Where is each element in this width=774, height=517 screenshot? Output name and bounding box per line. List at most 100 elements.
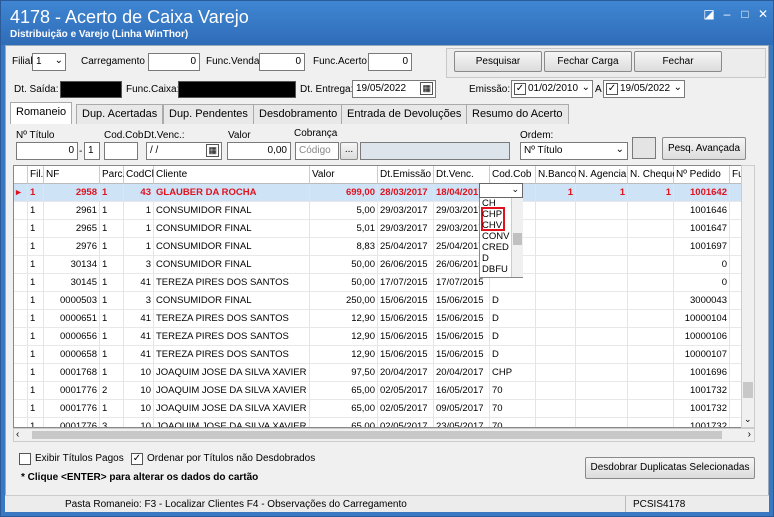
table-row[interactable]: 1 0001768 1 10 JOAQUIM JOSE DA SILVA XAVIER … <box>14 364 742 382</box>
func-venda-input[interactable]: 0 <box>259 53 305 71</box>
cobranca-code-input[interactable]: Código <box>295 142 339 160</box>
table-row[interactable]: 1 2961 1 1 CONSUMIDOR FINAL 5,00 29/03/2017 29/… <box>14 202 742 220</box>
n-titulo-suffix-input[interactable]: 1 <box>84 142 100 160</box>
table-cell: 12,90 <box>310 310 378 328</box>
dropdown-option[interactable]: CH <box>482 198 496 209</box>
table-cell: 1 <box>100 364 124 382</box>
column-header[interactable]: Parc. <box>100 166 125 184</box>
table-row[interactable]: 1 30145 1 41 TEREZA PIRES DOS SANTOS 50,00 17/… <box>14 274 742 292</box>
n-titulo-input[interactable]: 0 <box>16 142 78 160</box>
ordenar-checkbox[interactable]: ✓ <box>131 453 143 465</box>
tab-romaneio[interactable]: Romaneio <box>10 102 73 124</box>
dt-entrega-input[interactable]: 19/05/2022 ▦ <box>352 80 436 98</box>
column-header[interactable]: Valor <box>310 166 378 184</box>
table-row[interactable]: 1 0001776 3 10 JOAQUIM JOSE DA SILVA XAVIER … <box>14 418 742 427</box>
vertical-scrollbar[interactable]: ⌄ <box>741 165 755 428</box>
horizontal-scrollbar[interactable]: ‹ › <box>13 428 755 442</box>
column-header[interactable]: Dt.Venc. <box>434 166 490 184</box>
tab-desdobramento[interactable]: Desdobramento <box>253 104 344 124</box>
tab-dup-pendentes[interactable]: Dup. Pendentes <box>163 104 254 124</box>
valor-input[interactable]: 0,00 <box>227 142 291 160</box>
column-header[interactable]: N. Cheque <box>628 166 678 184</box>
pesq-avancada-button[interactable]: Pesq. Avançada <box>662 137 746 160</box>
tab-dup-acertadas[interactable]: Dup. Acertadas <box>76 104 164 124</box>
table-cell: GLAUBER DA ROCHA <box>154 184 310 202</box>
column-header[interactable]: CodCli. <box>124 166 159 184</box>
scroll-right-icon[interactable]: › <box>748 429 751 440</box>
maximize-icon[interactable]: □ <box>737 7 753 21</box>
hscroll-thumb[interactable] <box>32 431 722 439</box>
table-cell <box>536 328 576 346</box>
table-row[interactable]: 1 0000503 1 3 CONSUMIDOR FINAL 250,00 15/06/20… <box>14 292 742 310</box>
ordem-direction-button[interactable] <box>632 137 656 159</box>
filial-select[interactable]: 1 ⌄ <box>32 53 66 71</box>
column-header[interactable]: Nº Pedido <box>674 166 730 184</box>
dropdown-option[interactable]: D <box>482 253 489 264</box>
table-row[interactable]: 1 0000651 1 41 TEREZA PIRES DOS SANTOS 12,90 1… <box>14 310 742 328</box>
dt-venc-input[interactable]: / / ▦ <box>146 142 222 160</box>
scroll-down-icon[interactable]: ⌄ <box>744 414 752 425</box>
column-header[interactable]: Cliente <box>154 166 310 184</box>
emissao-from-input[interactable]: ✓ 01/02/2010 ⌄ <box>511 80 593 98</box>
fechar-button[interactable]: Fechar <box>634 51 722 72</box>
emissao-to-checkbox[interactable]: ✓ <box>606 83 618 95</box>
column-header[interactable]: Fil. <box>28 166 44 184</box>
calendar-icon[interactable]: ▦ <box>420 82 433 95</box>
column-header[interactable]: N. Agencia <box>576 166 628 184</box>
dropdown-option[interactable]: CHV <box>482 220 502 231</box>
table-cell: 8,83 <box>310 238 378 256</box>
dropdown-option[interactable]: CRED <box>482 242 509 253</box>
emissao-to-input[interactable]: ✓ 19/05/2022 ⌄ <box>603 80 685 98</box>
table-cell: 0 <box>674 256 730 274</box>
chevron-down-icon: ⌄ <box>673 82 682 93</box>
cod-cob-combo[interactable]: ⌄ <box>479 183 523 198</box>
table-row[interactable]: 1 0000656 1 41 TEREZA PIRES DOS SANTOS 12,90 1… <box>14 328 742 346</box>
column-header[interactable] <box>14 166 28 184</box>
table-cell <box>14 274 28 292</box>
cod-cob-dropdown-list[interactable]: CH CHP CHV CONV CRED D DBFU <box>479 196 523 278</box>
column-header[interactable]: N.Banco <box>536 166 576 184</box>
tab-resumo-acerto[interactable]: Resumo do Acerto <box>466 104 569 124</box>
table-cell: 1 <box>628 184 674 202</box>
tab-entrada-devolucoes[interactable]: Entrada de Devoluções <box>341 104 468 124</box>
table-row[interactable]: 1 2976 1 1 CONSUMIDOR FINAL 8,83 25/04/2017 25/… <box>14 238 742 256</box>
table-cell <box>628 328 674 346</box>
table-row[interactable]: 1 30134 1 3 CONSUMIDOR FINAL 50,00 26/06/2015 2… <box>14 256 742 274</box>
table-cell: 15/06/2015 <box>378 292 434 310</box>
ordem-select[interactable]: Nº Título ⌄ <box>520 142 628 160</box>
dropdown-scroll-thumb[interactable] <box>513 233 522 245</box>
exibir-pagos-checkbox[interactable] <box>19 453 31 465</box>
restore-icon[interactable]: ◪ <box>701 7 717 21</box>
minimize-icon[interactable]: – <box>719 7 735 21</box>
desdobrar-button[interactable]: Desdobrar Duplicatas Selecionadas <box>585 457 755 479</box>
emissao-from-checkbox[interactable]: ✓ <box>514 83 526 95</box>
table-cell: 41 <box>124 346 154 364</box>
scroll-left-icon[interactable]: ‹ <box>16 429 19 440</box>
calendar-icon[interactable]: ▦ <box>206 144 219 157</box>
table-row[interactable]: 1 2965 1 1 CONSUMIDOR FINAL 5,01 29/03/2017 29/… <box>14 220 742 238</box>
func-acerto-input[interactable]: 0 <box>368 53 412 71</box>
table-cell: 1 <box>100 238 124 256</box>
table-row[interactable]: 1 0001776 1 10 JOAQUIM JOSE DA SILVA XAVIER … <box>14 400 742 418</box>
dropdown-option[interactable]: CHP <box>482 209 502 220</box>
column-header[interactable]: NF <box>44 166 100 184</box>
column-header[interactable]: Cod.Cob <box>490 166 536 184</box>
table-row[interactable]: ▸ 1 2958 1 43 GLAUBER DA ROCHA 699,00 28/03/201… <box>14 184 742 202</box>
table-cell <box>576 220 628 238</box>
table-cell: 2961 <box>44 202 100 220</box>
scrollbar-thumb[interactable] <box>743 382 753 398</box>
close-icon[interactable]: ✕ <box>755 7 771 21</box>
table-row[interactable]: 1 0001776 2 10 JOAQUIM JOSE DA SILVA XAVIER … <box>14 382 742 400</box>
table-cell <box>576 274 628 292</box>
dropdown-option[interactable]: CONV <box>482 231 509 242</box>
carregamento-input[interactable]: 0 <box>148 53 200 71</box>
cobranca-lookup-button[interactable]: ... <box>340 142 358 160</box>
table-cell: 17/07/2015 <box>378 274 434 292</box>
dropdown-scrollbar[interactable] <box>511 197 523 277</box>
pesquisar-button[interactable]: Pesquisar <box>454 51 542 72</box>
dropdown-option[interactable]: DBFU <box>482 264 508 275</box>
fechar-carga-button[interactable]: Fechar Carga <box>544 51 632 72</box>
column-header[interactable]: Dt.Emissão <box>378 166 434 184</box>
table-row[interactable]: 1 0000658 1 41 TEREZA PIRES DOS SANTOS 12,90 1… <box>14 346 742 364</box>
cod-cob-input[interactable] <box>104 142 138 160</box>
